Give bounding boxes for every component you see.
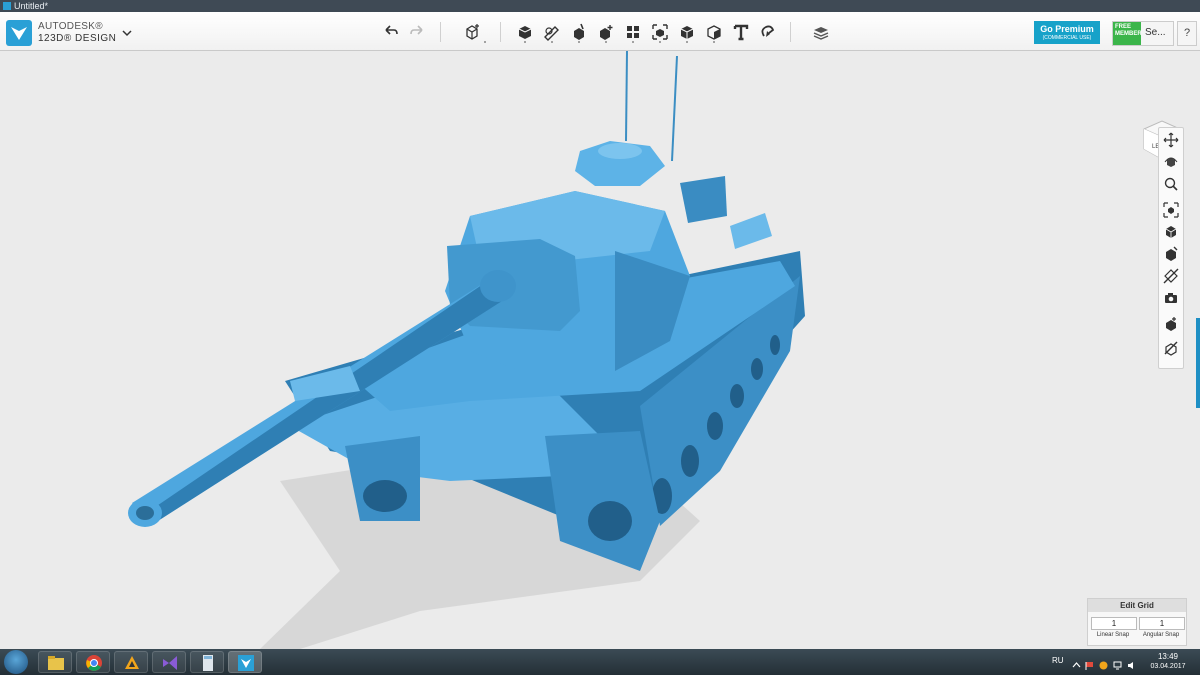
perspective-icon[interactable] — [1163, 224, 1179, 240]
go-premium-sublabel: (COMMERCIAL USE) — [1042, 35, 1092, 41]
orbit-icon[interactable] — [1163, 154, 1179, 170]
visual-studio-icon[interactable] — [152, 651, 186, 673]
dropdown-dot — [551, 41, 553, 43]
system-clock[interactable]: 13:49 03.04.2017 — [1142, 652, 1194, 672]
toolbar-separator — [790, 22, 791, 42]
grouping-icon[interactable] — [649, 21, 671, 43]
clock-time: 13:49 — [1157, 652, 1179, 661]
title-bar: Untitled* — [0, 0, 1200, 12]
help-button[interactable]: ? — [1177, 21, 1197, 46]
construct-icon[interactable] — [568, 21, 590, 43]
redo-icon[interactable] — [406, 21, 428, 43]
linear-snap-input[interactable]: 1 — [1091, 617, 1137, 630]
calculator-icon[interactable] — [190, 651, 224, 673]
dropdown-dot — [713, 41, 715, 43]
dropdown-dot — [659, 41, 661, 43]
materials-view-icon[interactable] — [1163, 246, 1179, 262]
app-triangle-icon[interactable] — [114, 651, 148, 673]
chrome-icon[interactable] — [76, 651, 110, 673]
linear-snap-label: Linear Snap — [1096, 632, 1130, 638]
hide-sketches-icon[interactable] — [1163, 268, 1179, 284]
tank-model[interactable] — [0, 51, 1200, 649]
clock-date: 03.04.2017 — [1150, 663, 1186, 670]
3d-viewport[interactable]: LEFT — [0, 51, 1200, 649]
materials-icon[interactable] — [810, 21, 832, 43]
snap-view-icon[interactable] — [1163, 340, 1179, 356]
edit-grid-panel: Edit Grid 1 1 Linear Snap Angular Snap — [1087, 598, 1187, 646]
dropdown-dot — [686, 41, 688, 43]
window-title: Untitled* — [14, 1, 49, 11]
brand-product: 123D® DESIGN — [38, 33, 117, 44]
camera-icon[interactable] — [1163, 290, 1179, 306]
pattern-icon[interactable] — [622, 21, 644, 43]
modify-icon[interactable] — [595, 21, 617, 43]
dropdown-dot — [578, 41, 580, 43]
member-signin-button[interactable]: FREE MEMBER Se... — [1112, 21, 1174, 46]
free-member-badge: FREE MEMBER — [1113, 22, 1142, 45]
app-icon — [3, 2, 11, 10]
dropdown-dot — [632, 41, 634, 43]
measure-icon[interactable] — [703, 21, 725, 43]
go-premium-button[interactable]: Go Premium (COMMERCIAL USE) — [1034, 21, 1100, 44]
toolbar-separator — [440, 22, 441, 42]
network-icon[interactable] — [1113, 657, 1122, 670]
brand-autodesk: AUTODESK® — [38, 21, 103, 32]
dropdown-dot — [605, 41, 607, 43]
show-grid-icon[interactable] — [1163, 316, 1179, 332]
text-icon[interactable] — [730, 21, 752, 43]
start-button[interactable] — [4, 650, 28, 674]
angular-snap-label: Angular Snap — [1142, 632, 1180, 638]
toolbar-separator — [500, 22, 501, 42]
angular-snap-input[interactable]: 1 — [1139, 617, 1185, 630]
undo-icon[interactable] — [380, 21, 402, 43]
zoom-icon[interactable] — [1163, 176, 1179, 192]
sketch-icon[interactable] — [541, 21, 563, 43]
volume-icon[interactable] — [1127, 657, 1136, 669]
main-toolbar: AUTODESK® 123D® DESIGN Go Premium (COMME… — [0, 12, 1200, 51]
dropdown-dot — [524, 41, 526, 43]
snap-icon[interactable] — [757, 21, 779, 43]
app-logo-icon[interactable] — [6, 20, 32, 46]
123d-design-icon[interactable] — [228, 651, 262, 673]
transform-icon[interactable] — [461, 21, 483, 43]
combine-icon[interactable] — [676, 21, 698, 43]
file-explorer-icon[interactable] — [38, 651, 72, 673]
tray-arrow-icon[interactable] — [1072, 657, 1081, 668]
flag-icon[interactable] — [1085, 657, 1094, 670]
tray-app-icon[interactable] — [1099, 657, 1108, 670]
fit-icon[interactable] — [1163, 202, 1179, 218]
primitives-icon[interactable] — [514, 21, 536, 43]
pan-icon[interactable] — [1163, 132, 1179, 148]
taskbar: RU 13:49 03.04.2017 — [0, 649, 1200, 675]
signin-label: Se... — [1145, 27, 1166, 38]
chevron-down-icon[interactable] — [120, 26, 134, 40]
language-indicator[interactable]: RU — [1052, 656, 1064, 665]
go-premium-label: Go Premium — [1040, 24, 1094, 34]
side-panel-handle[interactable] — [1196, 318, 1200, 408]
dropdown-dot — [484, 41, 486, 43]
edit-grid-button[interactable]: Edit Grid — [1088, 599, 1186, 612]
navigation-panel — [1158, 127, 1184, 369]
